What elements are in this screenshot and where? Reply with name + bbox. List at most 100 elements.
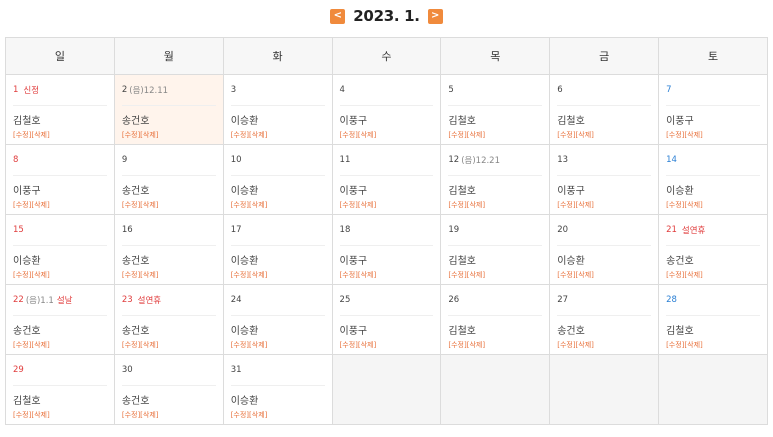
calendar-week-row: 29 김철호 [수정][삭제] 30 송건호 [수정][삭제] 31 이승환 [수정][삭제] bbox=[5, 354, 768, 425]
edit-delete-links[interactable]: [수정][삭제] bbox=[122, 200, 216, 210]
edit-delete-links[interactable]: [수정][삭제] bbox=[231, 340, 325, 350]
calendar-day-cell[interactable]: 31 이승환 [수정][삭제] bbox=[222, 354, 333, 425]
next-month-button[interactable]: > bbox=[427, 8, 443, 24]
calendar-day-cell[interactable]: 30 송건호 [수정][삭제] bbox=[113, 354, 224, 425]
calendar-day-cell[interactable]: 23 설연휴 송건호 [수정][삭제] bbox=[113, 284, 224, 355]
edit-delete-links[interactable]: [수정][삭제] bbox=[13, 410, 107, 420]
calendar-day-cell[interactable]: 22 (음)1.1 설날 송건호 [수정][삭제] bbox=[5, 284, 115, 355]
calendar-day-cell[interactable]: 5 김철호 [수정][삭제] bbox=[440, 74, 551, 145]
edit-delete-links[interactable]: [수정][삭제] bbox=[13, 340, 107, 350]
calendar-day-cell[interactable]: 16 송건호 [수정][삭제] bbox=[113, 214, 224, 285]
edit-delete-links[interactable]: [수정][삭제] bbox=[557, 270, 651, 280]
day-header: 12 (음)12.21 bbox=[448, 145, 543, 176]
calendar-day-cell[interactable]: 12 (음)12.21 김철호 [수정][삭제] bbox=[440, 144, 551, 215]
edit-delete-links[interactable]: [수정][삭제] bbox=[122, 410, 216, 420]
day-header: 4 bbox=[339, 75, 434, 106]
day-header: 18 bbox=[339, 215, 434, 246]
calendar-day-cell[interactable]: 25 이풍구 [수정][삭제] bbox=[331, 284, 442, 355]
edit-delete-links[interactable]: [수정][삭제] bbox=[557, 340, 651, 350]
event-assignee-name: 이풍구 bbox=[339, 256, 368, 267]
calendar-day-cell[interactable]: 27 송건호 [수정][삭제] bbox=[549, 284, 660, 355]
edit-delete-links[interactable]: [수정][삭제] bbox=[666, 200, 760, 210]
event-assignee-name: 이승환 bbox=[230, 116, 259, 127]
calendar-day-cell[interactable]: 8 이풍구 [수정][삭제] bbox=[5, 144, 115, 215]
edit-delete-links[interactable]: [수정][삭제] bbox=[231, 130, 325, 140]
edit-delete-links[interactable]: [수정][삭제] bbox=[122, 340, 216, 350]
edit-delete-links[interactable]: [수정][삭제] bbox=[13, 200, 107, 210]
weekday-tue: 화 bbox=[222, 37, 333, 75]
day-number: 10 bbox=[230, 155, 242, 165]
event-assignee-name: 이풍구 bbox=[339, 326, 368, 337]
calendar-day-cell[interactable]: 19 김철호 [수정][삭제] bbox=[440, 214, 551, 285]
edit-delete-links[interactable]: [수정][삭제] bbox=[448, 270, 542, 280]
calendar-day-cell[interactable]: 21 설연휴 송건호 [수정][삭제] bbox=[658, 214, 768, 285]
event-assignee-name: 이풍구 bbox=[666, 116, 694, 127]
day-number: 21 bbox=[666, 225, 677, 235]
calendar-day-cell[interactable]: 17 이승환 [수정][삭제] bbox=[222, 214, 333, 285]
day-header: 14 bbox=[666, 145, 760, 176]
edit-delete-links[interactable]: [수정][삭제] bbox=[231, 270, 325, 280]
edit-delete-links[interactable]: [수정][삭제] bbox=[666, 130, 760, 140]
calendar-empty-cell bbox=[331, 354, 442, 425]
calendar-day-cell[interactable]: 26 김철호 [수정][삭제] bbox=[440, 284, 551, 355]
calendar-day-cell[interactable]: 28 김철호 [수정][삭제] bbox=[658, 284, 768, 355]
calendar-day-cell[interactable]: 10 이승환 [수정][삭제] bbox=[222, 144, 333, 215]
edit-delete-links[interactable]: [수정][삭제] bbox=[340, 340, 434, 350]
calendar-day-cell[interactable]: 11 이풍구 [수정][삭제] bbox=[331, 144, 442, 215]
event-assignee-name: 김철호 bbox=[557, 116, 585, 127]
edit-delete-links[interactable]: [수정][삭제] bbox=[231, 410, 325, 420]
edit-delete-links[interactable]: [수정][삭제] bbox=[666, 270, 760, 280]
calendar-day-cell[interactable]: 4 이풍구 [수정][삭제] bbox=[331, 74, 442, 145]
edit-delete-links[interactable]: [수정][삭제] bbox=[557, 130, 651, 140]
calendar-day-cell[interactable]: 20 이승환 [수정][삭제] bbox=[549, 214, 660, 285]
prev-month-button[interactable]: < bbox=[330, 8, 346, 24]
edit-delete-links[interactable]: [수정][삭제] bbox=[231, 200, 325, 210]
edit-delete-links[interactable]: [수정][삭제] bbox=[340, 270, 434, 280]
day-number: 12 bbox=[448, 155, 460, 165]
edit-delete-links[interactable]: [수정][삭제] bbox=[13, 270, 107, 280]
edit-delete-links[interactable]: [수정][삭제] bbox=[122, 130, 216, 140]
event-assignee-name: 이승환 bbox=[230, 186, 259, 197]
calendar-day-cell[interactable]: 6 김철호 [수정][삭제] bbox=[549, 74, 660, 145]
day-number: 27 bbox=[557, 295, 569, 305]
calendar-day-cell[interactable]: 2 (음)12.11 송건호 [수정][삭제] bbox=[113, 74, 224, 145]
calendar-day-cell[interactable]: 13 이풍구 [수정][삭제] bbox=[549, 144, 660, 215]
calendar-day-cell[interactable]: 24 이승환 [수정][삭제] bbox=[222, 284, 333, 355]
edit-delete-links[interactable]: [수정][삭제] bbox=[448, 130, 542, 140]
calendar-day-cell[interactable]: 15 이승환 [수정][삭제] bbox=[5, 214, 115, 285]
calendar-day-cell[interactable]: 18 이풍구 [수정][삭제] bbox=[331, 214, 442, 285]
day-header: 13 bbox=[557, 145, 652, 176]
day-number: 29 bbox=[13, 365, 24, 375]
day-number: 11 bbox=[339, 155, 351, 165]
edit-delete-links[interactable]: [수정][삭제] bbox=[448, 340, 542, 350]
edit-delete-links[interactable]: [수정][삭제] bbox=[666, 340, 760, 350]
day-header: 30 bbox=[121, 355, 216, 386]
weekday-mon: 월 bbox=[113, 37, 224, 75]
event-assignee-name: 이승환 bbox=[13, 256, 41, 267]
calendar-day-cell[interactable]: 7 이풍구 [수정][삭제] bbox=[658, 74, 768, 145]
edit-delete-links[interactable]: [수정][삭제] bbox=[13, 130, 107, 140]
weekday-wed: 수 bbox=[331, 37, 442, 75]
day-number: 28 bbox=[666, 295, 677, 305]
calendar-day-cell[interactable]: 1 신정 김철호 [수정][삭제] bbox=[5, 74, 115, 145]
calendar-day-cell[interactable]: 14 이승환 [수정][삭제] bbox=[658, 144, 768, 215]
day-header: 28 bbox=[666, 285, 760, 316]
day-number: 18 bbox=[339, 225, 351, 235]
edit-delete-links[interactable]: [수정][삭제] bbox=[340, 200, 434, 210]
edit-delete-links[interactable]: [수정][삭제] bbox=[340, 130, 434, 140]
day-header: 15 bbox=[13, 215, 107, 246]
edit-delete-links[interactable]: [수정][삭제] bbox=[122, 270, 216, 280]
day-header: 5 bbox=[448, 75, 543, 106]
calendar-day-cell[interactable]: 9 송건호 [수정][삭제] bbox=[113, 144, 224, 215]
day-header: 24 bbox=[230, 285, 325, 316]
event-assignee-name: 송건호 bbox=[557, 326, 585, 337]
day-number: 8 bbox=[13, 155, 19, 165]
holiday-label: 신정 bbox=[23, 86, 40, 96]
event-assignee-name: 김철호 bbox=[448, 116, 476, 127]
calendar-day-cell[interactable]: 29 김철호 [수정][삭제] bbox=[5, 354, 115, 425]
edit-delete-links[interactable]: [수정][삭제] bbox=[557, 200, 651, 210]
day-number: 1 bbox=[13, 85, 19, 95]
edit-delete-links[interactable]: [수정][삭제] bbox=[448, 200, 542, 210]
day-header: 1 신정 bbox=[13, 75, 107, 106]
calendar-day-cell[interactable]: 3 이승환 [수정][삭제] bbox=[222, 74, 333, 145]
